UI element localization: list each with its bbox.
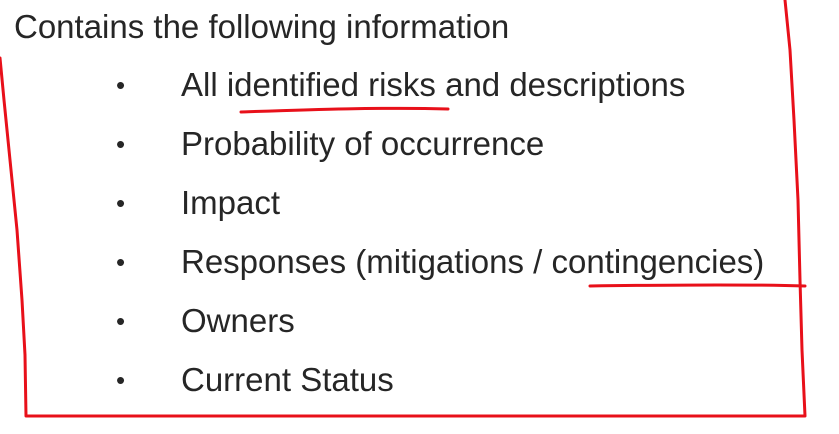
- bullet-text: Probability of occurrence: [181, 125, 545, 162]
- bullet-dot-icon: •: [116, 306, 126, 336]
- bullet-text: All identified risks and descriptions: [181, 66, 686, 103]
- bullet-dot-icon: •: [116, 70, 126, 100]
- ink-underline-identified-risks: [239, 106, 450, 114]
- bullet-text: Owners: [181, 302, 295, 339]
- bullet-dot-icon: •: [116, 365, 126, 395]
- bullet-text: Current Status: [181, 361, 394, 398]
- ink-underline-contingencies: [588, 283, 807, 288]
- slide-heading: Contains the following information: [14, 8, 510, 45]
- slide: Contains the following information • All…: [0, 0, 839, 434]
- bullet-text: Responses (mitigations / contingencies): [181, 243, 765, 280]
- bullet-dot-icon: •: [116, 247, 126, 277]
- bullet-text: Impact: [181, 184, 281, 221]
- bullet-dot-icon: •: [116, 129, 126, 159]
- bullet-dot-icon: •: [116, 188, 126, 218]
